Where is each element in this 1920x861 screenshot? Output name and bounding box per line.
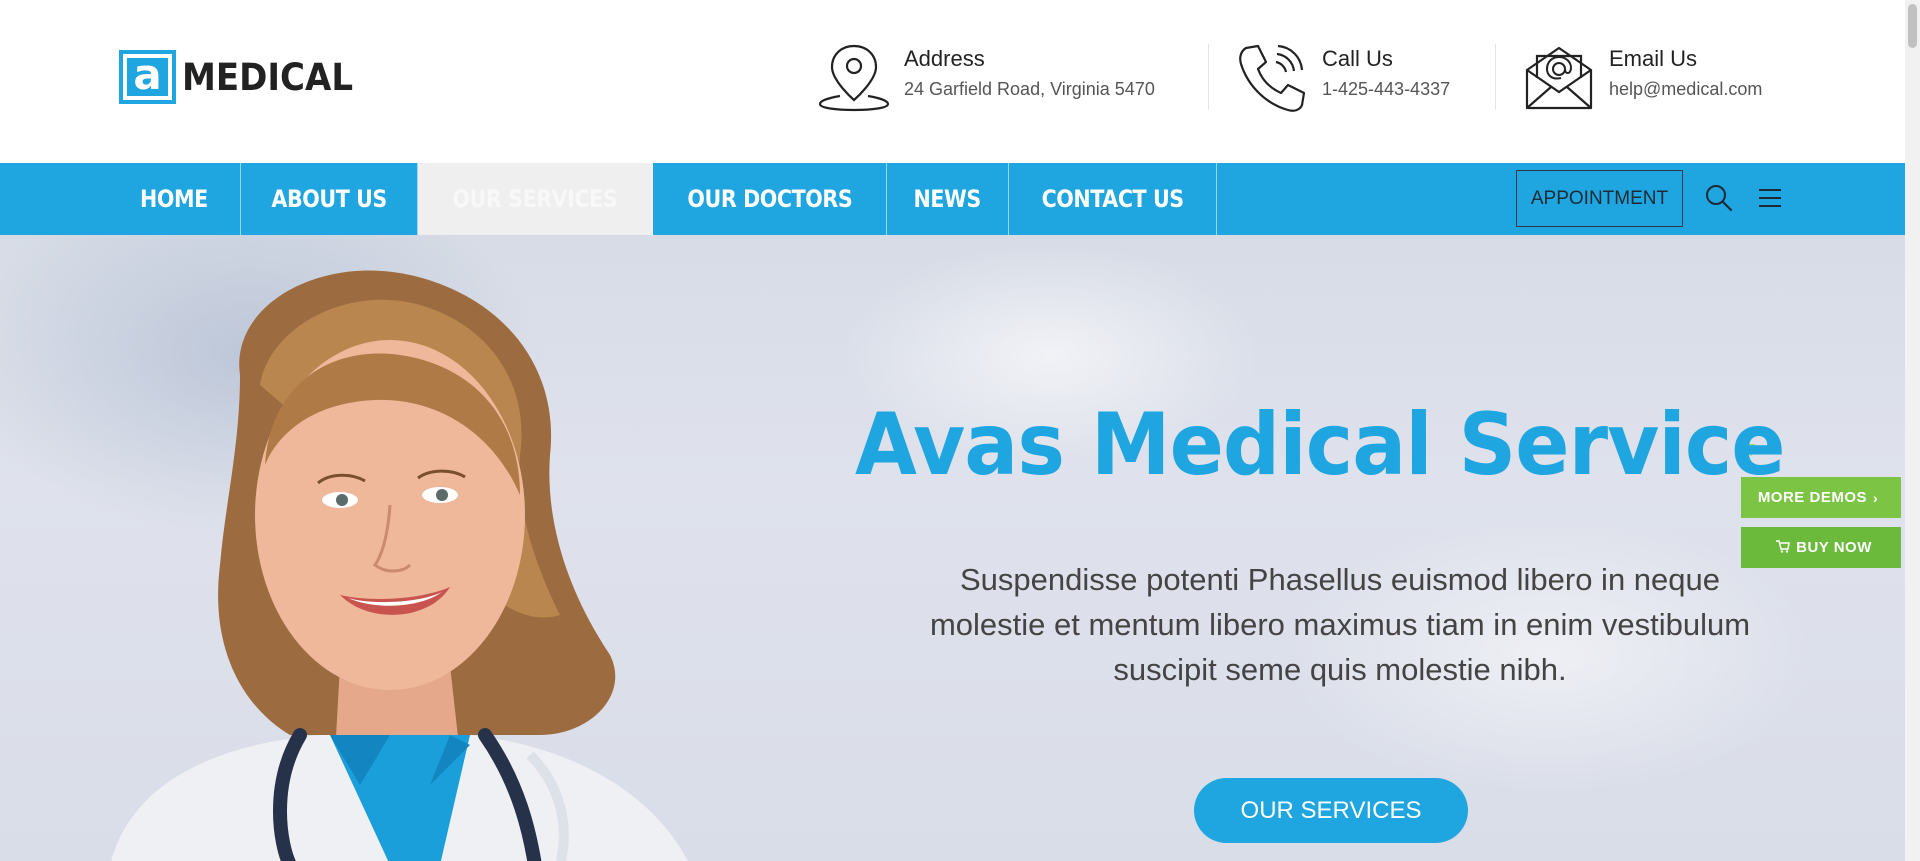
buy-now-label: BUY NOW bbox=[1796, 539, 1872, 556]
nav-item-home[interactable]: HOME bbox=[119, 163, 241, 235]
appointment-button[interactable]: APPOINTMENT bbox=[1516, 170, 1683, 227]
nav-item-our-doctors[interactable]: OUR DOCTORS bbox=[653, 163, 888, 235]
email-label: Email Us bbox=[1609, 46, 1698, 71]
our-services-button[interactable]: OUR SERVICES bbox=[1194, 778, 1468, 843]
nav-label: ABOUT US bbox=[271, 185, 387, 213]
contact-email: Email Us help@medical.com bbox=[1523, 42, 1762, 112]
scrollbar-thumb[interactable] bbox=[1908, 4, 1917, 48]
hero-description: Suspendisse potenti Phasellus euismod li… bbox=[929, 562, 1751, 687]
more-demos-label: MORE DEMOS bbox=[1757, 489, 1867, 506]
hamburger-menu-icon[interactable] bbox=[1756, 183, 1784, 218]
site-logo[interactable]: a MEDICAL bbox=[119, 50, 368, 104]
logo-letter: a bbox=[127, 54, 168, 96]
divider bbox=[1208, 44, 1209, 110]
nav-item-contact-us[interactable]: CONTACT US bbox=[1009, 163, 1217, 235]
logo-text: MEDICAL bbox=[182, 55, 354, 99]
search-icon[interactable] bbox=[1704, 183, 1734, 218]
nav-item-news[interactable]: NEWS bbox=[887, 163, 1009, 235]
nav-label: HOME bbox=[140, 185, 208, 213]
email-value[interactable]: help@medical.com bbox=[1609, 76, 1762, 102]
nav-item-about-us[interactable]: ABOUT US bbox=[241, 163, 419, 235]
main-nav: HOME ABOUT US OUR SERVICES OUR DOCTORS N… bbox=[0, 163, 1905, 235]
more-demos-button[interactable]: MORE DEMOS › bbox=[1741, 477, 1901, 518]
nav-item-our-services[interactable]: OUR SERVICES bbox=[418, 163, 653, 235]
top-header: a MEDICAL Address 24 Garfield Road, Virg… bbox=[0, 0, 1905, 163]
contact-address: Address 24 Garfield Road, Virginia 5470 bbox=[818, 42, 1155, 112]
phone-icon bbox=[1236, 42, 1308, 114]
hero-title: Avas Medical Service bbox=[855, 395, 1786, 495]
chevron-right-icon: › bbox=[1873, 489, 1879, 506]
contact-phone: Call Us 1-425-443-4337 bbox=[1236, 42, 1450, 114]
doctor-photo bbox=[111, 270, 688, 861]
logo-mark: a bbox=[119, 50, 176, 104]
address-value: 24 Garfield Road, Virginia 5470 bbox=[904, 79, 1155, 99]
nav-label: CONTACT US bbox=[1041, 185, 1184, 213]
hero-slider: ⇆ Avas Medical Service Suspendisse poten… bbox=[0, 235, 1905, 861]
call-value[interactable]: 1-425-443-4337 bbox=[1322, 76, 1450, 102]
buy-now-button[interactable]: BUY NOW bbox=[1741, 527, 1901, 568]
address-label: Address bbox=[904, 46, 985, 71]
nav-label: OUR DOCTORS bbox=[687, 185, 853, 213]
page-scrollbar[interactable] bbox=[1905, 0, 1920, 861]
call-label: Call Us bbox=[1322, 46, 1393, 71]
nav-label: NEWS bbox=[913, 185, 982, 213]
divider bbox=[1495, 44, 1496, 110]
envelope-icon bbox=[1523, 42, 1595, 112]
location-pin-icon bbox=[818, 42, 890, 112]
nav-label: OUR SERVICES bbox=[452, 185, 618, 213]
cart-icon bbox=[1776, 539, 1791, 556]
